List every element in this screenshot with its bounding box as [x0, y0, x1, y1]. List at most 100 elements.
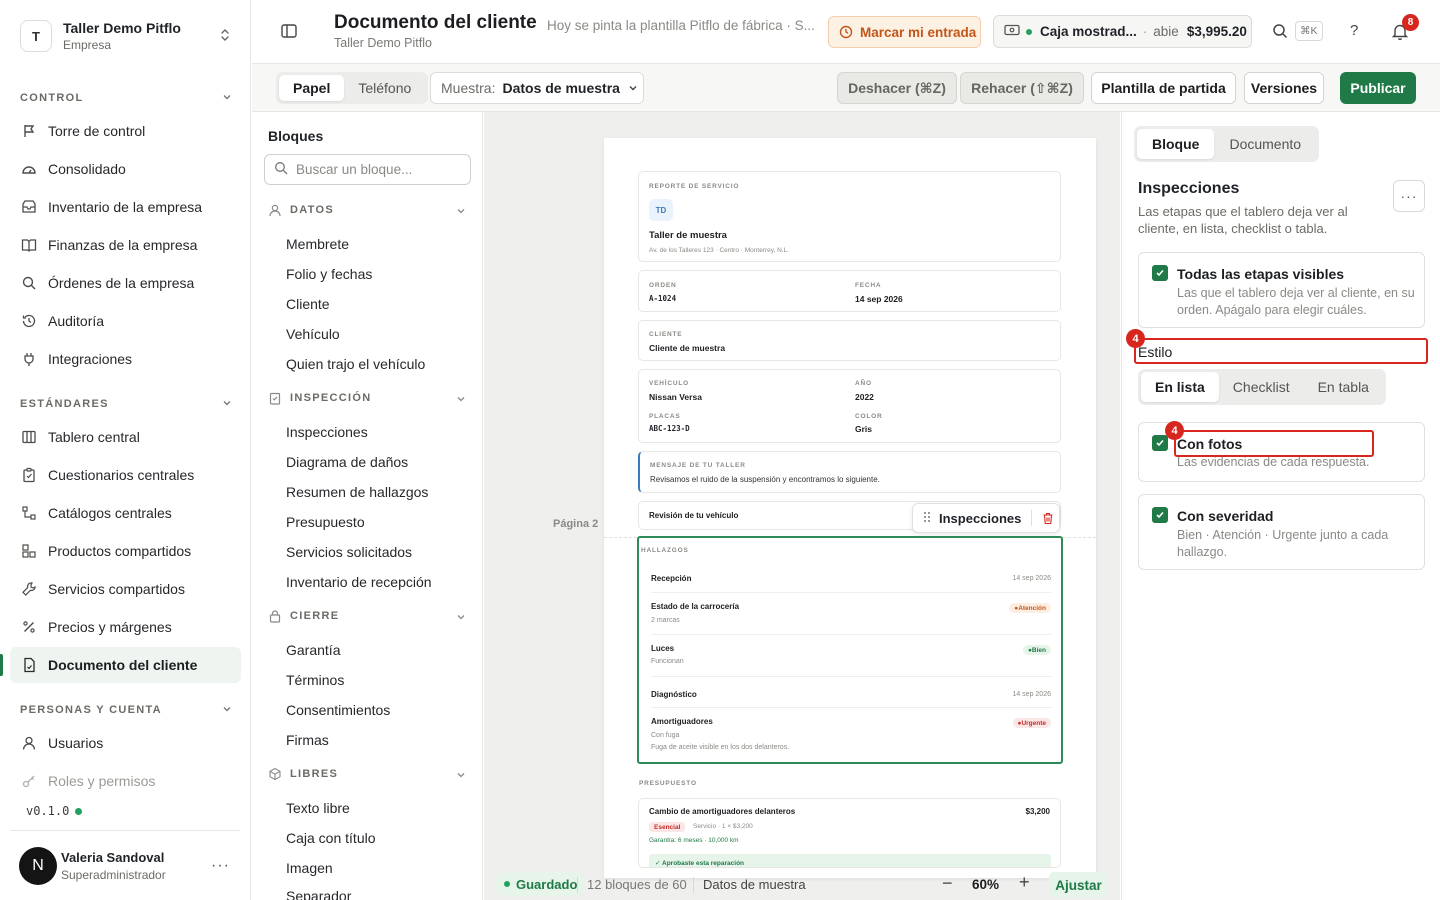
nav-item-servicios[interactable]: Servicios compartidos	[10, 571, 241, 607]
doc-block-letterhead[interactable]: REPORTE DE SERVICIO TD Taller de muestra…	[638, 171, 1061, 262]
block-item[interactable]: Inventario de recepción	[286, 574, 432, 590]
block-item[interactable]: Separador	[286, 888, 351, 900]
user-menu[interactable]: N Valeria Sandoval Superadministrador ··…	[10, 830, 240, 900]
tab-block[interactable]: Bloque	[1137, 129, 1215, 159]
checkbox-checked-icon[interactable]	[1152, 265, 1168, 281]
section-title-personas[interactable]: PERSONAS Y CUENTA	[20, 704, 232, 716]
percent-icon	[21, 619, 37, 635]
block-search[interactable]	[264, 154, 471, 185]
block-item[interactable]: Diagrama de daños	[286, 454, 408, 470]
tab-document[interactable]: Documento	[1214, 129, 1316, 159]
history-icon	[21, 313, 37, 329]
budget-item: Cambio de amortiguadores delanteros	[649, 807, 796, 816]
nav-item-catalogos[interactable]: Catálogos centrales	[10, 495, 241, 531]
shop-name: Taller de muestra	[649, 230, 727, 241]
block-item[interactable]: Vehículo	[286, 326, 340, 342]
nav-item-label: Finanzas de la empresa	[48, 237, 198, 253]
nav-item-inventario[interactable]: Inventario de la empresa	[10, 189, 241, 225]
shop-logo: TD	[649, 199, 673, 221]
block-item[interactable]: Firmas	[286, 732, 329, 748]
finding-date: 14 sep 2026	[1012, 575, 1051, 582]
style-option-list[interactable]: En lista	[1141, 372, 1219, 402]
nav-item-finanzas[interactable]: Finanzas de la empresa	[10, 227, 241, 263]
block-item[interactable]: Caja con título	[286, 830, 376, 846]
option-severity[interactable]: Con severidad Bien · Atención · Urgente …	[1138, 494, 1425, 570]
section-title-control[interactable]: CONTROL	[20, 92, 232, 104]
section-title-estandares[interactable]: ESTÁNDARES	[20, 398, 232, 410]
nav-item-roles[interactable]: Roles y permisos	[10, 763, 241, 799]
checkbox-checked-icon[interactable]	[1152, 435, 1168, 451]
block-item[interactable]: Imagen	[286, 860, 333, 876]
nav-item-productos[interactable]: Productos compartidos	[10, 533, 241, 569]
workspace-switcher[interactable]: T Taller Demo Pitflo Empresa	[10, 12, 240, 60]
nav-item-consolidado[interactable]: Consolidado	[10, 151, 241, 187]
block-item[interactable]: Inspecciones	[286, 424, 368, 440]
nav-item-ordenes[interactable]: Órdenes de la empresa	[10, 265, 241, 301]
style-option-table[interactable]: En tabla	[1304, 372, 1383, 402]
block-item[interactable]: Quien trajo el vehículo	[286, 356, 425, 372]
finding-title: Luces	[651, 644, 675, 653]
view-option-phone[interactable]: Teléfono	[344, 75, 425, 101]
redo-button[interactable]: Rehacer (⇧⌘Z)	[960, 72, 1084, 104]
block-group-datos[interactable]: DATOS	[268, 200, 466, 220]
template-button[interactable]: Plantilla de partida	[1091, 72, 1236, 104]
nav-item-precios[interactable]: Precios y márgenes	[10, 609, 241, 645]
color-value: Gris	[855, 424, 873, 434]
block-item[interactable]: Resumen de hallazgos	[286, 484, 428, 500]
block-item[interactable]: Términos	[286, 672, 344, 688]
save-status: Guardado	[496, 872, 586, 896]
nav-item-torre-de-control[interactable]: Torre de control	[10, 113, 241, 149]
nav-item-auditoria[interactable]: Auditoría	[10, 303, 241, 339]
search-shortcut: ⌘K	[1295, 21, 1323, 41]
drag-handle-icon[interactable]	[923, 511, 931, 526]
block-item[interactable]: Texto libre	[286, 800, 350, 816]
sample-data-select[interactable]: Muestra: Datos de muestra	[430, 72, 644, 104]
annotation-highlight	[1174, 430, 1374, 457]
nav-item-tablero-central[interactable]: Tablero central	[10, 419, 241, 455]
search-icon[interactable]	[1272, 23, 1288, 42]
sidebar-toggle-icon[interactable]	[280, 22, 300, 42]
nav-item-cuestionarios[interactable]: Cuestionarios centrales	[10, 457, 241, 493]
nav-item-documento-del-cliente[interactable]: Documento del cliente	[10, 647, 241, 683]
block-item[interactable]: Presupuesto	[286, 514, 365, 530]
publish-button[interactable]: Publicar	[1340, 72, 1416, 104]
search-icon	[21, 275, 37, 291]
undo-button[interactable]: Deshacer (⌘Z)	[837, 72, 957, 104]
doc-block-vehicle[interactable]: VEHÍCULO Nissan Versa AÑO 2022 PLACAS AB…	[638, 369, 1061, 443]
style-option-checklist[interactable]: Checklist	[1219, 372, 1304, 402]
block-group-cierre[interactable]: CIERRE	[268, 606, 466, 626]
help-button[interactable]: ?	[1350, 22, 1358, 39]
block-item[interactable]: Servicios solicitados	[286, 544, 412, 560]
block-search-input[interactable]	[296, 162, 466, 177]
date-value: 14 sep 2026	[855, 294, 903, 304]
doc-block-inspections-selected[interactable]: HALLAZGOS Recepción 14 sep 2026 Estado d…	[637, 536, 1063, 764]
checkbox-checked-icon[interactable]	[1152, 507, 1168, 523]
clock-in-button[interactable]: Marcar mi entrada	[828, 16, 981, 48]
zoom-out-button[interactable]: −	[942, 873, 953, 894]
chevron-down-icon	[456, 394, 466, 404]
block-group-libres[interactable]: LIBRES	[268, 764, 466, 784]
more-options-button[interactable]: ···	[1393, 180, 1425, 212]
fit-button[interactable]: Ajustar	[1049, 872, 1108, 898]
box-icon	[21, 199, 37, 215]
nav-item-integraciones[interactable]: Integraciones	[10, 341, 241, 377]
cashbox-selector[interactable]: Caja mostrad... · abie $3,995.20	[993, 15, 1252, 48]
block-group-inspeccion[interactable]: INSPECCIÓN	[268, 388, 466, 408]
doc-block-budget[interactable]: Cambio de amortiguadores delanteros $3,2…	[638, 798, 1061, 868]
doc-block-message[interactable]: MENSAJE DE TU TALLER Revisamos el ruido …	[638, 451, 1061, 493]
block-item[interactable]: Membrete	[286, 236, 349, 252]
nav-item-usuarios[interactable]: Usuarios	[10, 725, 241, 761]
option-all-stages[interactable]: Todas las etapas visibles Las que el tab…	[1138, 252, 1425, 328]
block-item[interactable]: Folio y fechas	[286, 266, 372, 282]
view-option-paper[interactable]: Papel	[279, 75, 345, 101]
versions-button[interactable]: Versiones	[1244, 72, 1324, 104]
doc-block-folio[interactable]: ORDEN A-1024 FECHA 14 sep 2026	[638, 270, 1061, 312]
more-icon[interactable]: ···	[211, 857, 230, 875]
main-sidebar: T Taller Demo Pitflo Empresa CONTROL Tor…	[0, 0, 251, 900]
zoom-in-button[interactable]: +	[1019, 872, 1030, 893]
doc-block-client[interactable]: CLIENTE Cliente de muestra	[638, 320, 1061, 361]
block-item[interactable]: Cliente	[286, 296, 330, 312]
block-item[interactable]: Garantía	[286, 642, 340, 658]
trash-icon[interactable]	[1042, 512, 1054, 525]
block-item[interactable]: Consentimientos	[286, 702, 390, 718]
